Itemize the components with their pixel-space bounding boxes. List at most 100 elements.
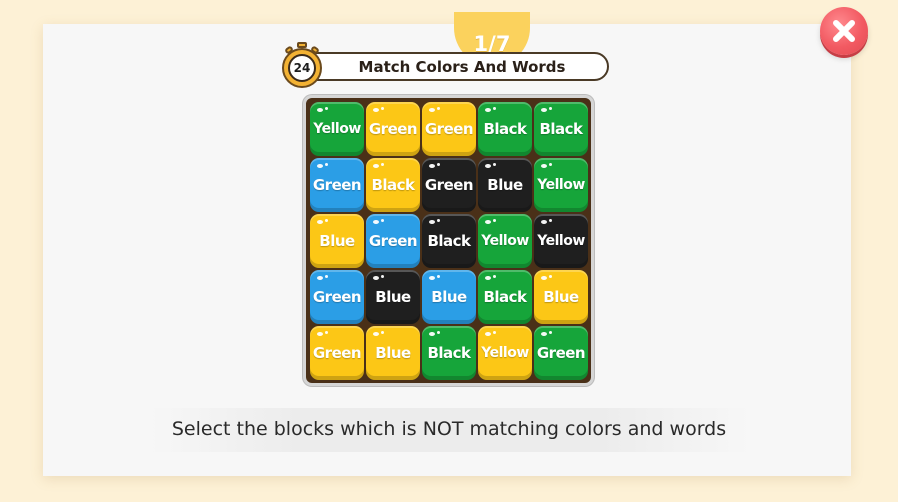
- block-shine: [541, 276, 547, 280]
- block-shine: [549, 331, 552, 334]
- block-shine: [325, 331, 328, 334]
- block-word: Yellow: [313, 121, 361, 137]
- block-shine: [429, 276, 435, 280]
- block-shine: [381, 275, 384, 278]
- block-grid: Yellow Green Green Black Black Green Black Gree…: [303, 95, 594, 386]
- block-word: Blue: [487, 176, 523, 194]
- block-word: Yellow: [481, 233, 529, 249]
- block-shine: [549, 275, 552, 278]
- block-shine: [485, 276, 491, 280]
- block-word: Black: [427, 232, 471, 250]
- word-block-blue[interactable]: Blue: [422, 270, 476, 324]
- block-shine: [325, 163, 328, 166]
- word-block-black[interactable]: Yellow: [534, 214, 588, 268]
- block-shine: [373, 276, 379, 280]
- word-block-green[interactable]: Yellow: [310, 102, 364, 156]
- word-block-yellow[interactable]: Yellow: [478, 326, 532, 380]
- timer-value: 24: [288, 54, 316, 82]
- block-shine: [541, 108, 547, 112]
- word-block-yellow[interactable]: Black: [366, 158, 420, 212]
- word-block-yellow[interactable]: Green: [366, 102, 420, 156]
- block-shine: [381, 107, 384, 110]
- block-shine: [437, 275, 440, 278]
- block-word: Green: [424, 120, 474, 138]
- block-shine: [437, 331, 440, 334]
- title-bar: Match Colors And Words: [289, 52, 609, 81]
- block-shine: [541, 164, 547, 168]
- block-word: Blue: [431, 288, 467, 306]
- word-block-green[interactable]: Black: [478, 102, 532, 156]
- word-block-green[interactable]: Yellow: [534, 158, 588, 212]
- block-word: Black: [427, 344, 471, 362]
- word-block-blue[interactable]: Green: [310, 270, 364, 324]
- block-word: Green: [312, 344, 362, 362]
- block-word: Blue: [375, 288, 411, 306]
- word-block-yellow[interactable]: Blue: [310, 214, 364, 268]
- block-shine: [493, 163, 496, 166]
- word-block-black[interactable]: Black: [422, 214, 476, 268]
- block-shine: [485, 108, 491, 112]
- block-shine: [317, 332, 323, 336]
- block-word: Green: [368, 232, 418, 250]
- word-block-yellow[interactable]: Green: [310, 326, 364, 380]
- block-shine: [325, 275, 328, 278]
- block-shine: [373, 220, 379, 224]
- block-shine: [493, 219, 496, 222]
- block-word: Yellow: [537, 177, 585, 193]
- block-word: Yellow: [481, 345, 529, 361]
- word-block-yellow[interactable]: Blue: [534, 270, 588, 324]
- block-word: Black: [483, 288, 527, 306]
- block-word: Black: [539, 120, 583, 138]
- word-block-green[interactable]: Yellow: [478, 214, 532, 268]
- block-word: Blue: [375, 344, 411, 362]
- word-block-blue[interactable]: Green: [366, 214, 420, 268]
- block-word: Green: [312, 288, 362, 306]
- word-block-green[interactable]: Black: [478, 270, 532, 324]
- block-shine: [317, 276, 323, 280]
- block-shine: [485, 332, 491, 336]
- block-shine: [549, 219, 552, 222]
- block-shine: [485, 220, 491, 224]
- word-block-yellow[interactable]: Green: [422, 102, 476, 156]
- word-block-green[interactable]: Black: [422, 326, 476, 380]
- block-shine: [373, 108, 379, 112]
- block-shine: [429, 332, 435, 336]
- block-shine: [549, 163, 552, 166]
- block-shine: [317, 164, 323, 168]
- block-shine: [437, 163, 440, 166]
- block-word: Yellow: [537, 233, 585, 249]
- word-block-green[interactable]: Black: [534, 102, 588, 156]
- block-word: Blue: [319, 232, 355, 250]
- block-word: Green: [536, 344, 586, 362]
- block-shine: [493, 275, 496, 278]
- block-shine: [541, 220, 547, 224]
- block-word: Blue: [543, 288, 579, 306]
- block-shine: [429, 108, 435, 112]
- block-shine: [317, 108, 323, 112]
- word-block-yellow[interactable]: Blue: [366, 326, 420, 380]
- block-word: Black: [371, 176, 415, 194]
- stopwatch-body: 24: [282, 48, 322, 88]
- block-shine: [493, 331, 496, 334]
- block-word: Green: [312, 176, 362, 194]
- word-block-black[interactable]: Blue: [366, 270, 420, 324]
- word-block-green[interactable]: Green: [534, 326, 588, 380]
- block-word: Green: [368, 120, 418, 138]
- block-shine: [373, 164, 379, 168]
- word-block-black[interactable]: Blue: [478, 158, 532, 212]
- word-block-blue[interactable]: Green: [310, 158, 364, 212]
- block-shine: [381, 219, 384, 222]
- block-shine: [381, 163, 384, 166]
- game-title: Match Colors And Words: [358, 57, 566, 76]
- block-shine: [325, 107, 328, 110]
- block-shine: [373, 332, 379, 336]
- block-shine: [325, 219, 328, 222]
- instruction-text: Select the blocks which is NOT matching …: [171, 418, 727, 440]
- close-icon: [833, 20, 855, 42]
- block-shine: [381, 331, 384, 334]
- block-shine: [317, 220, 323, 224]
- word-block-black[interactable]: Green: [422, 158, 476, 212]
- block-word: Green: [424, 176, 474, 194]
- block-shine: [493, 107, 496, 110]
- close-button[interactable]: [820, 7, 868, 55]
